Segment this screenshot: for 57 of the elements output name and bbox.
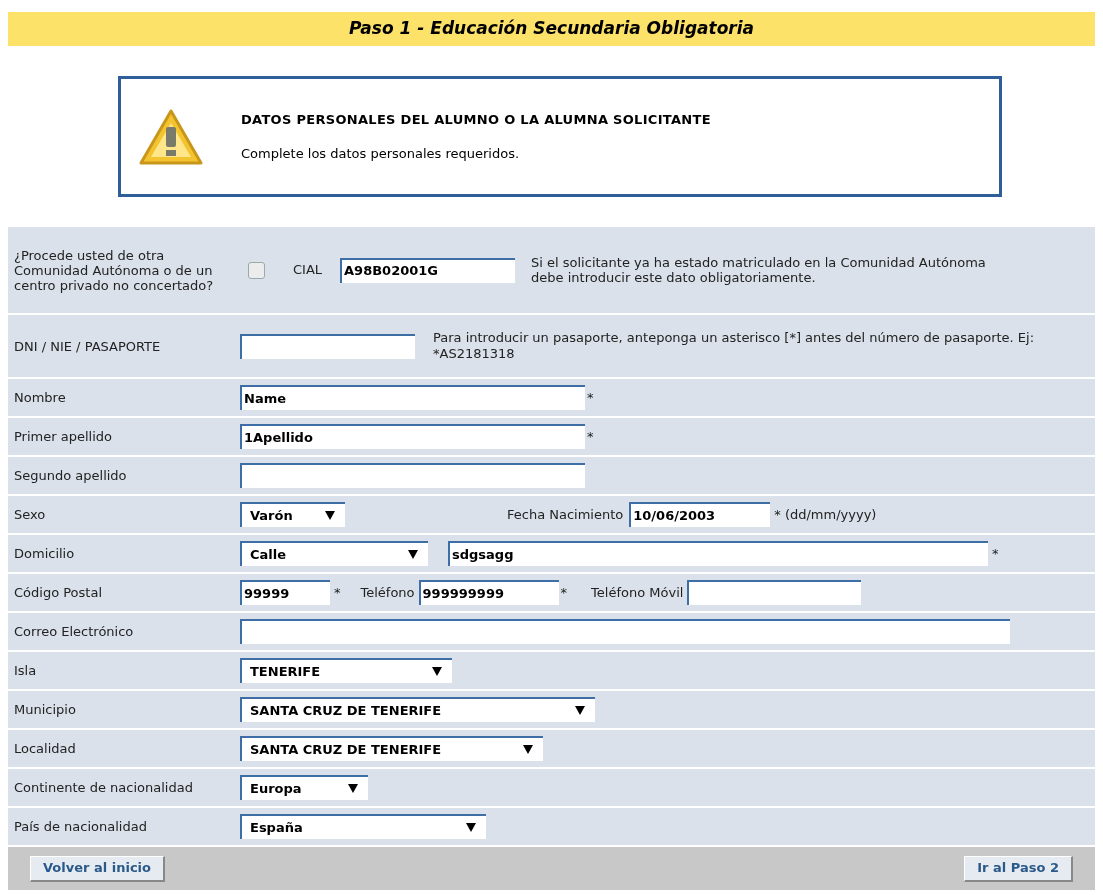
hint-text: Si el solicitante ya ha estado matriculado en la Comunidad Autónoma debe introducir este dato obligatoriamente. (531, 255, 987, 285)
input-field[interactable] (240, 463, 585, 488)
field-label: Primer apellido (13, 429, 113, 444)
notice-title: DATOS PERSONALES DEL ALUMNO O LA ALUMNA SOLICITANTE (241, 111, 711, 129)
field-text: * (587, 388, 594, 407)
select-field[interactable]: España (240, 814, 486, 839)
checkbox[interactable] (248, 261, 265, 279)
field-label: Código Postal (13, 585, 103, 600)
input-field[interactable] (687, 580, 862, 605)
input-field[interactable]: sdgsagg (448, 541, 988, 566)
select-field[interactable]: Calle (240, 541, 428, 566)
field-label: Correo Electrónico (13, 624, 135, 639)
caret-icon (575, 706, 585, 715)
field-label: Domicilio (13, 546, 76, 561)
caret-icon (432, 667, 442, 676)
notice-text: Complete los datos personales requeridos. (241, 144, 521, 163)
select-field[interactable]: SANTA CRUZ DE TENERIFE (240, 736, 543, 761)
field-text: * (560, 583, 568, 602)
caret-icon (348, 784, 358, 793)
caret-icon (408, 550, 418, 559)
input-field[interactable]: 99999 (240, 580, 330, 605)
field-label: DNI / NIE / PASAPORTE (13, 338, 162, 354)
caret-icon (523, 745, 533, 754)
input-field[interactable]: Name (240, 385, 585, 410)
field-label: Continente de nacionalidad (13, 780, 194, 795)
field-label: Isla (13, 663, 38, 678)
nav-button[interactable]: Volver al inicio (30, 855, 165, 882)
hint-text: Para introducir un pasaporte, anteponga un asterisco [*] antes del número de pasaporte. Ej: *AS2181318 (433, 330, 1036, 362)
caret-icon (325, 511, 335, 520)
input-field[interactable]: 999999999 (418, 580, 559, 605)
field-label: ¿Procede usted de otra Comunidad Autónoma o de un centro privado no concertado? (13, 247, 215, 293)
select-field[interactable]: SANTA CRUZ DE TENERIFE (240, 697, 595, 722)
nav-button[interactable]: Ir al Paso 2 (964, 855, 1073, 882)
field-text: * (992, 544, 999, 563)
field-label: Municipio (13, 702, 77, 717)
select-field[interactable]: TENERIFE (240, 658, 452, 683)
field-text: Fecha Nacimiento (507, 505, 624, 524)
field-text: * (dd/mm/yyyy) (774, 505, 877, 524)
input-field[interactable] (240, 333, 415, 359)
input-field[interactable]: 10/06/2003 (629, 502, 771, 527)
field-text: * (587, 427, 594, 446)
field-label: Nombre (13, 390, 67, 405)
input-field[interactable] (240, 619, 1010, 644)
input-field[interactable]: A98B02001G (340, 257, 516, 283)
select-field[interactable]: Varón (240, 502, 345, 527)
field-label: País de nacionalidad (13, 819, 148, 834)
field-text: CIAL (293, 261, 323, 280)
field-label: Sexo (13, 507, 47, 522)
field-text: * (334, 583, 341, 602)
input-field[interactable]: 1Apellido (240, 424, 585, 449)
field-text: Teléfono Móvil (591, 583, 684, 602)
field-text: Teléfono (360, 583, 415, 602)
field-label: Localidad (13, 741, 77, 756)
select-field[interactable]: Europa (240, 775, 368, 800)
field-label: Segundo apellido (13, 468, 128, 483)
page-title: Paso 1 - Educación Secundaria Obligatoria (349, 17, 754, 41)
caret-icon (466, 823, 476, 832)
